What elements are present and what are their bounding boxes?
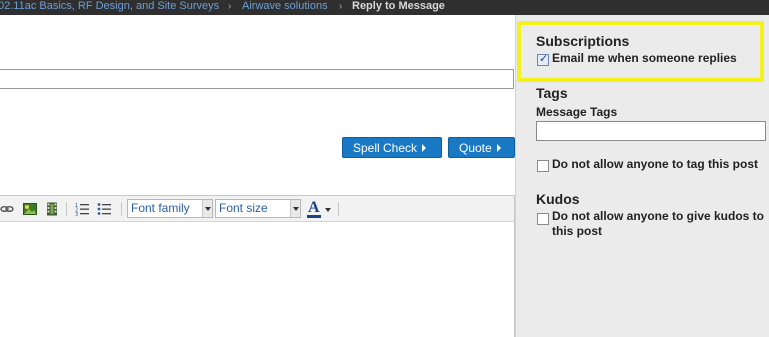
font-family-select[interactable]: Font family [127,199,213,218]
chevron-down-icon [325,208,331,212]
kudos-title: Kudos [536,191,580,207]
spell-check-label: Spell Check [353,141,418,155]
breadcrumb-link-board[interactable]: 02.11ac Basics, RF Design, and Site Surv… [0,0,219,13]
font-size-select[interactable]: Font size [215,199,301,218]
no-kudos-label: Do not allow anyone to give kudos to [552,209,765,223]
breadcrumb-current: Reply to Message [352,0,445,12]
arrow-right-icon [422,144,427,152]
image-icon[interactable] [23,202,37,216]
subscriptions-title: Subscriptions [536,33,630,49]
link-icon[interactable] [0,202,14,216]
quote-label: Quote [459,141,492,155]
rich-text-editor: 1 2 3 Font family Font size A [0,195,515,337]
chevron-down-icon [202,200,212,217]
font-color-button[interactable]: A [307,199,333,218]
toolbar-divider [121,202,122,216]
no-kudos-checkbox[interactable] [537,213,549,225]
toolbar-divider [66,202,67,216]
toolbar-divider [338,202,339,216]
subject-input[interactable] [0,69,514,89]
video-icon[interactable] [45,202,59,216]
email-replies-label: Email me when someone replies [552,51,737,65]
font-size-value: Font size [219,201,268,215]
font-family-value: Font family [131,201,190,215]
numbered-list-icon[interactable]: 1 2 3 [75,202,89,216]
font-color-swatch [307,215,321,218]
chevron-down-icon [290,200,300,217]
breadcrumb: 02.11ac Basics, RF Design, and Site Surv… [0,0,769,15]
no-tag-checkbox[interactable] [537,160,549,172]
editor-toolbar: 1 2 3 Font family Font size A [0,196,514,222]
breadcrumb-separator: › [228,1,232,12]
tags-title: Tags [536,85,568,101]
bulleted-list-icon[interactable] [97,202,111,216]
svg-text:3: 3 [75,212,78,216]
breadcrumb-link-airwave[interactable]: Airwave solutions [242,0,328,13]
email-replies-checkbox[interactable] [537,52,549,66]
quote-button[interactable]: Quote [448,137,515,158]
no-tag-label: Do not allow anyone to tag this post [552,157,758,171]
breadcrumb-separator: › [339,1,343,12]
reply-form: Spell Check Quote 1 2 3 Font family Font… [0,15,515,337]
message-tags-input[interactable] [536,121,766,141]
no-kudos-label-continued: this post [552,224,602,238]
message-tags-label: Message Tags [536,105,618,119]
editor-body[interactable] [0,223,514,337]
spell-check-button[interactable]: Spell Check [342,137,442,158]
arrow-right-icon [496,144,501,152]
